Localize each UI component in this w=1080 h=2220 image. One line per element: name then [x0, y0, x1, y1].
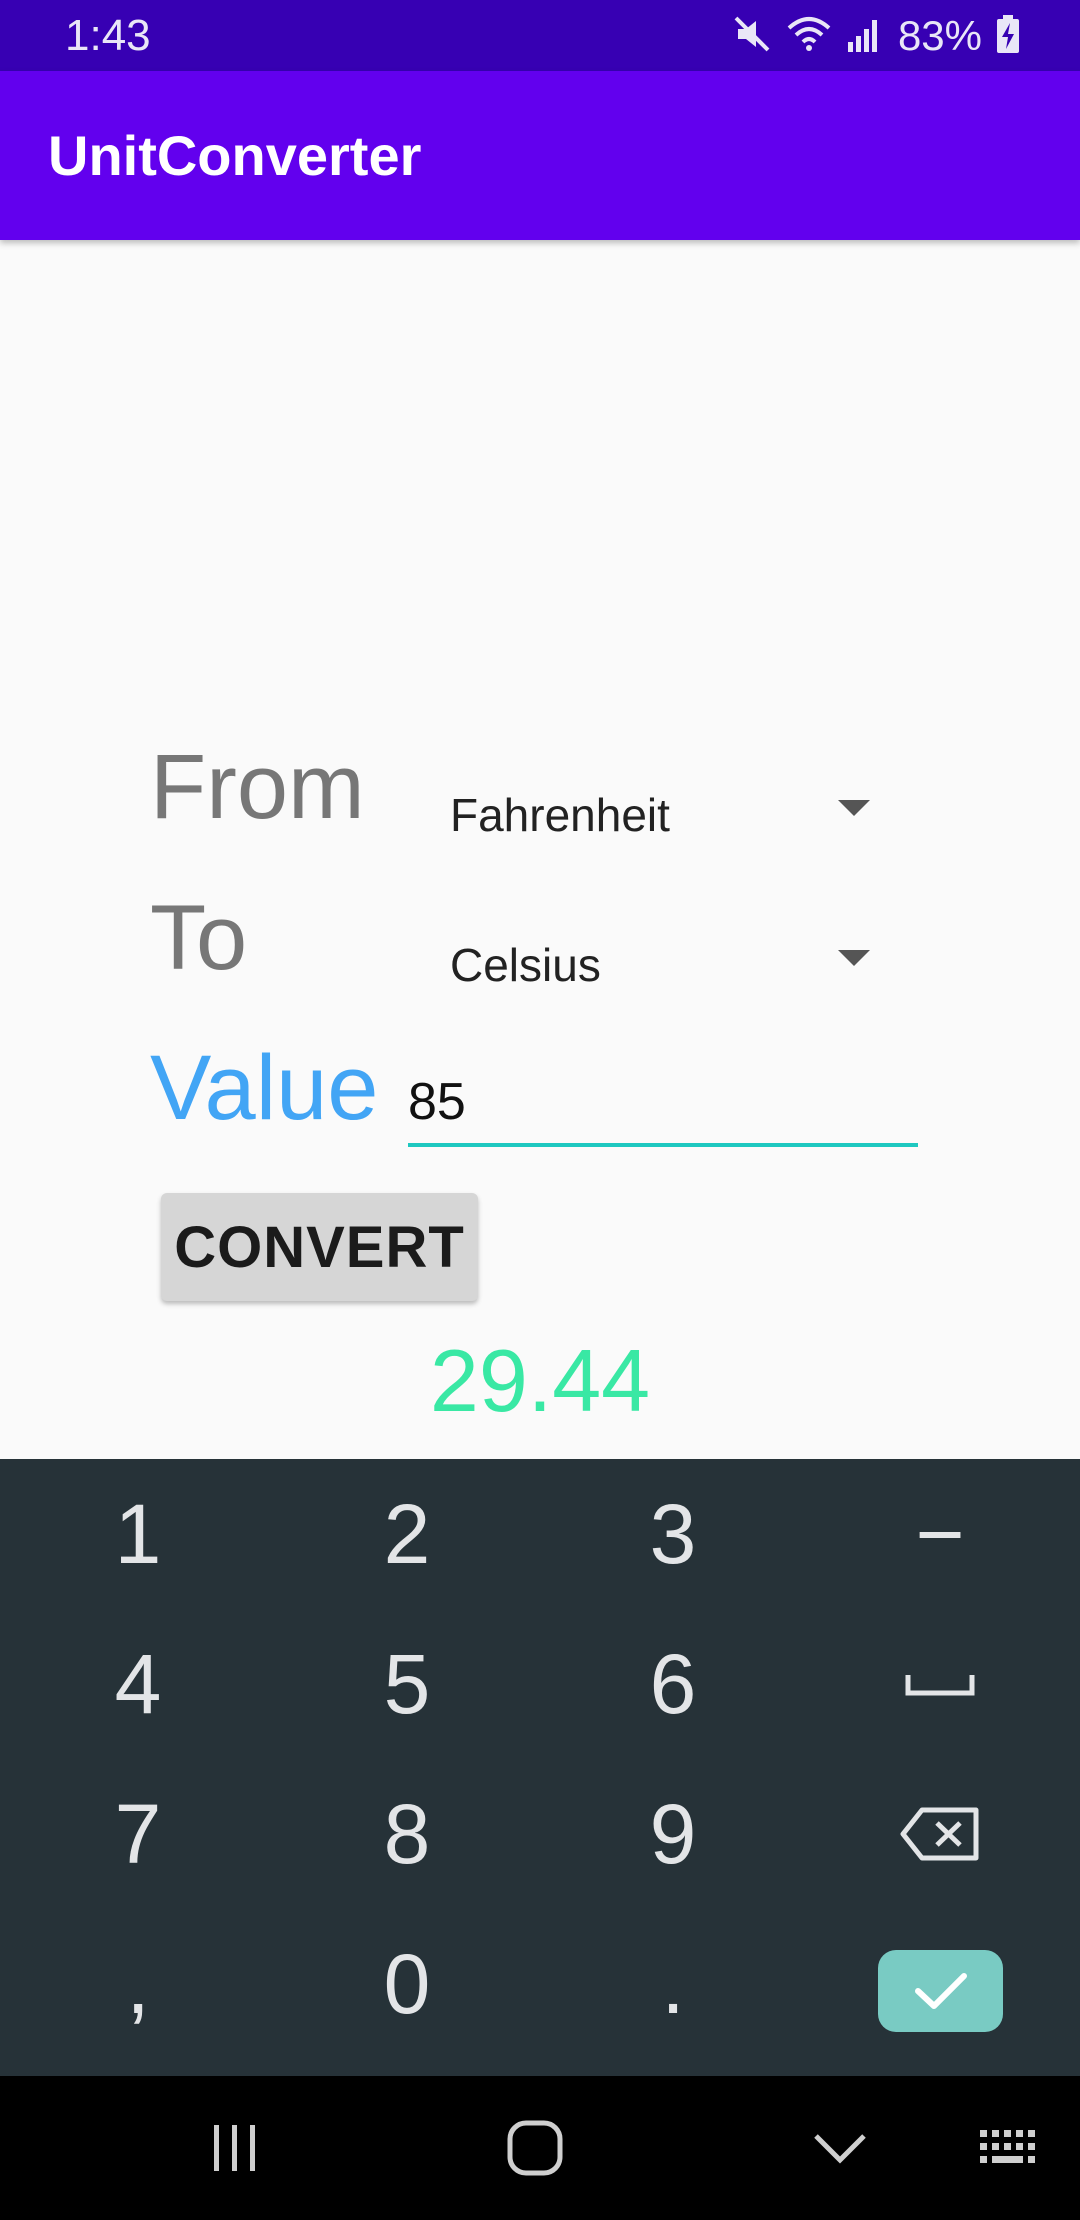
- numeric-keyboard: 1 2 3 − 4 5 6 7 8 9 , 0 .: [0, 1459, 1080, 2076]
- keyboard-switch-button[interactable]: [960, 2076, 1060, 2220]
- backspace-icon: [900, 1807, 979, 1861]
- from-unit-value: Fahrenheit: [450, 789, 670, 841]
- key-comma[interactable]: ,: [3, 1909, 273, 2059]
- recents-icon: [214, 2125, 255, 2171]
- dropdown-arrow-icon: [838, 950, 870, 966]
- status-icons: 83%: [732, 10, 1020, 62]
- home-button[interactable]: [475, 2076, 595, 2220]
- key-dot[interactable]: .: [538, 1909, 808, 2059]
- status-time: 1:43: [65, 11, 151, 60]
- checkmark-icon: [914, 1973, 967, 2009]
- back-button[interactable]: [780, 2076, 900, 2220]
- convert-button[interactable]: CONVERT: [161, 1193, 478, 1301]
- from-unit-spinner[interactable]: Fahrenheit: [450, 768, 880, 858]
- recents-button[interactable]: [175, 2076, 295, 2220]
- key-5[interactable]: 5: [272, 1609, 542, 1759]
- key-6[interactable]: 6: [538, 1609, 808, 1759]
- battery-charging-icon: [996, 14, 1020, 58]
- home-icon: [507, 2120, 563, 2176]
- result-text: 29.44: [429, 1331, 651, 1430]
- battery-percent: 83%: [897, 12, 982, 59]
- app-bar: UnitConverter: [0, 71, 1080, 240]
- keyboard-icon: [980, 2130, 1035, 2163]
- to-label: To: [150, 887, 248, 989]
- key-minus[interactable]: −: [805, 1459, 1075, 1609]
- app-title: UnitConverter: [48, 124, 422, 187]
- value-input[interactable]: [408, 1060, 918, 1144]
- space-icon: [905, 1675, 975, 1696]
- back-chevron-icon: [814, 2134, 866, 2164]
- navigation-bar: [0, 2076, 1080, 2220]
- status-bar: 1:43 83%: [0, 0, 1080, 71]
- key-3[interactable]: 3: [538, 1459, 808, 1609]
- mute-icon: [732, 14, 772, 58]
- key-backspace[interactable]: [805, 1759, 1075, 1909]
- key-1[interactable]: 1: [3, 1459, 273, 1609]
- dropdown-arrow-icon: [838, 800, 870, 816]
- key-9[interactable]: 9: [538, 1759, 808, 1909]
- value-input-underline: [408, 1143, 918, 1147]
- key-0[interactable]: 0: [272, 1909, 542, 2059]
- signal-icon: [846, 14, 884, 58]
- key-2[interactable]: 2: [272, 1459, 542, 1609]
- to-unit-value: Celsius: [450, 939, 601, 991]
- key-space[interactable]: [805, 1609, 1075, 1759]
- from-label: From: [150, 736, 365, 838]
- key-4[interactable]: 4: [3, 1609, 273, 1759]
- wifi-icon: [786, 14, 832, 58]
- key-7[interactable]: 7: [3, 1759, 273, 1909]
- key-8[interactable]: 8: [272, 1759, 542, 1909]
- value-label: Value: [150, 1037, 379, 1139]
- to-unit-spinner[interactable]: Celsius: [450, 918, 880, 1008]
- done-key[interactable]: [878, 1950, 1003, 2032]
